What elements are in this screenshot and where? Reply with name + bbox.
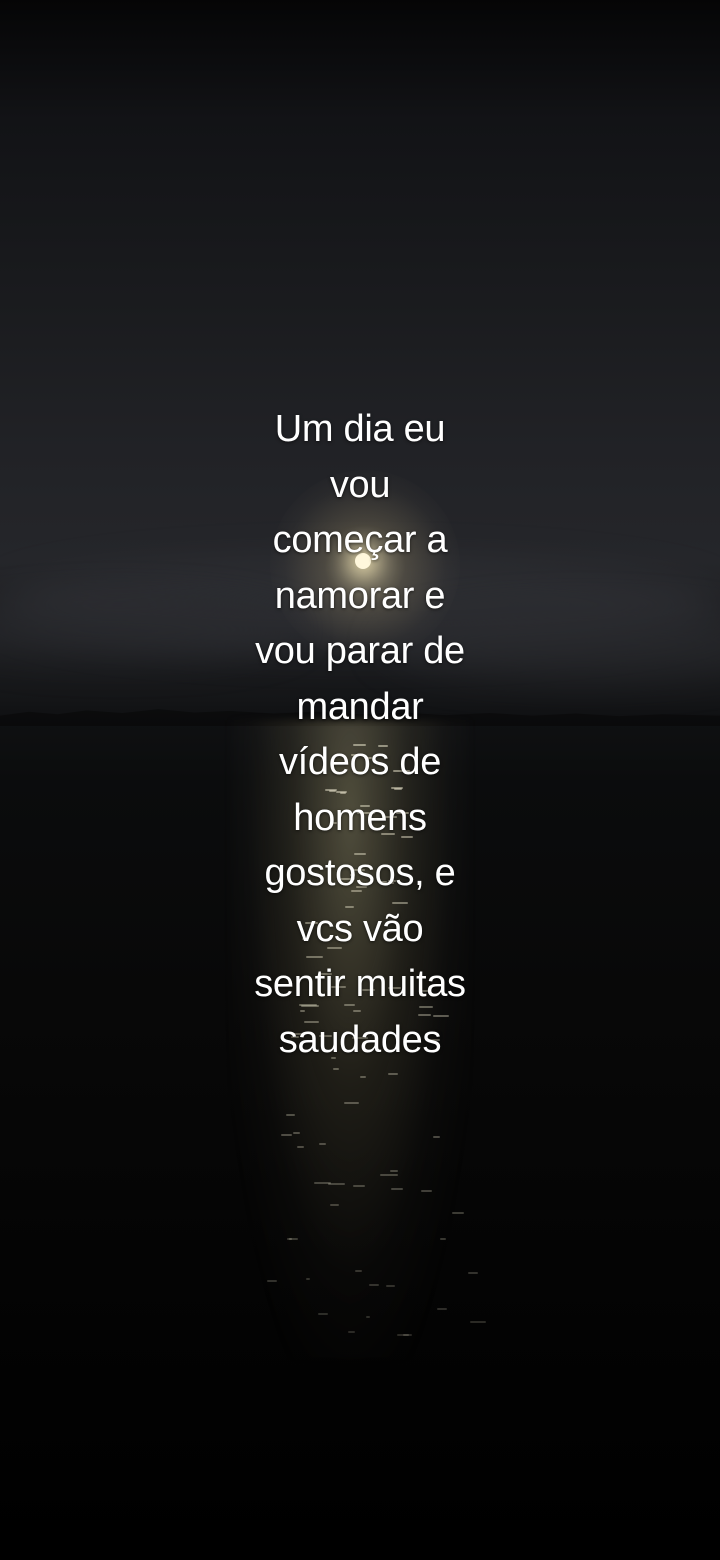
water-sparkle: [359, 1076, 367, 1079]
water-sparkle: [328, 1183, 346, 1186]
water-sparkle: [267, 1280, 277, 1283]
caption-line: vou parar de: [255, 630, 465, 672]
caption-text: Um dia eu vou começar a namorar e vou pa…: [0, 402, 720, 1068]
caption-line: vídeos de: [278, 741, 442, 783]
caption-line: gostosos, e: [264, 852, 456, 894]
water-sparkle: [297, 1146, 305, 1149]
water-sparkle: [470, 1321, 487, 1324]
water-sparkle: [432, 1136, 441, 1139]
caption-line: vcs vão: [296, 907, 424, 950]
caption-line: Um dia eu: [274, 408, 446, 450]
water-sparkle: [344, 1101, 359, 1104]
water-sparkle: [319, 1143, 326, 1146]
caption-line: homens: [293, 796, 427, 839]
water-sparkle: [468, 1272, 478, 1275]
caption-line: começar a: [272, 519, 448, 561]
water-sparkle: [365, 1315, 371, 1318]
caption-line: namorar e: [274, 574, 446, 617]
water-sparkle: [330, 1203, 340, 1206]
water-sparkle: [402, 1334, 410, 1337]
caption-line: saudades: [278, 1018, 442, 1061]
caption-line: vou: [329, 463, 391, 506]
water-sparkle: [289, 1238, 299, 1241]
water-sparkle: [305, 1277, 310, 1280]
water-sparkle: [368, 1283, 379, 1286]
video-frame[interactable]: Um dia eu vou começar a namorar e vou pa…: [0, 0, 720, 1560]
water-sparkle: [352, 1184, 365, 1187]
water-sparkle: [437, 1307, 448, 1310]
water-sparkle: [390, 1170, 399, 1173]
water-sparkle: [318, 1313, 329, 1316]
caption-line: mandar: [296, 685, 424, 728]
caption-line: sentir muitas: [254, 963, 466, 1005]
water-sparkle: [292, 1131, 300, 1134]
water-sparkle: [385, 1284, 396, 1287]
water-sparkle: [388, 1072, 398, 1075]
